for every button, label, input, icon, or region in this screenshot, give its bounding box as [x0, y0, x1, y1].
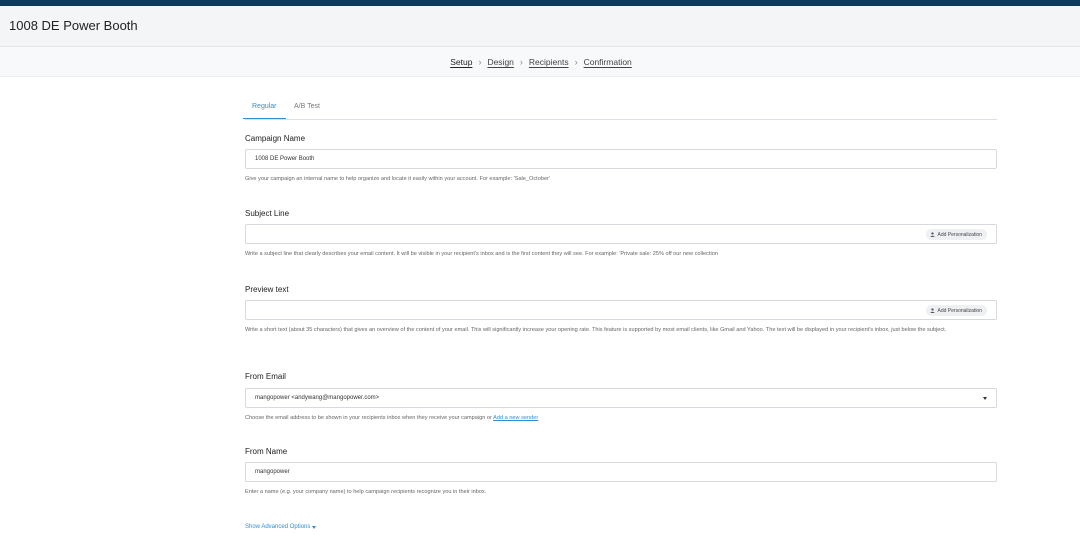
from-email-help-text: Choose the email address to be shown in …	[245, 415, 494, 421]
chevron-down-icon	[983, 397, 987, 400]
tab-regular[interactable]: Regular	[243, 103, 286, 119]
show-advanced-options-toggle[interactable]: Show Advanced Options	[245, 524, 317, 530]
user-icon	[929, 232, 935, 237]
page-title: 1008 DE Power Booth	[9, 18, 138, 33]
chevron-right-icon: ›	[478, 56, 482, 67]
tab-ab-test[interactable]: A/B Test	[294, 103, 320, 118]
caret-down-icon	[312, 525, 317, 529]
page-header: 1008 DE Power Booth	[0, 6, 1080, 47]
preview-add-personalization-label: Add Personalization	[937, 307, 982, 314]
campaign-name-value: 1008 DE Power Booth	[255, 156, 315, 162]
step-confirmation[interactable]: Confirmation	[584, 57, 632, 67]
chevron-right-icon: ›	[519, 56, 523, 67]
campaign-name-help: Give your campaign an internal name to h…	[245, 176, 550, 182]
add-new-sender-link[interactable]: Add a new sender	[493, 415, 538, 421]
from-email-select[interactable]: mangopower <andywang@mangopower.com>	[245, 388, 997, 408]
step-design[interactable]: Design	[487, 57, 513, 67]
preview-text-help: Write a short text (about 35 characters)…	[245, 327, 947, 333]
from-name-label: From Name	[245, 447, 288, 456]
subject-line-help: Write a subject line that clearly descri…	[245, 251, 718, 257]
show-advanced-options-label: Show Advanced Options	[245, 524, 311, 530]
campaign-name-label: Campaign Name	[245, 134, 306, 143]
subject-line-label: Subject Line	[245, 209, 290, 218]
user-icon	[929, 308, 935, 313]
step-recipients[interactable]: Recipients	[529, 57, 569, 67]
campaign-name-input[interactable]: 1008 DE Power Booth	[245, 149, 997, 169]
from-name-value: mangopower	[255, 469, 290, 475]
preview-text-input[interactable]: Add Personalization	[245, 300, 997, 320]
step-setup[interactable]: Setup	[450, 57, 472, 67]
preview-add-personalization-button[interactable]: Add Personalization	[925, 305, 987, 316]
from-name-input[interactable]: mangopower	[245, 462, 997, 482]
from-email-help: Choose the email address to be shown in …	[245, 413, 997, 424]
campaign-type-tabs: Regular A/B Test	[243, 97, 997, 120]
subject-line-input[interactable]: Add Personalization	[245, 224, 997, 244]
wizard-steps: Setup › Design › Recipients › Confirmati…	[0, 47, 1080, 77]
chevron-right-icon: ›	[574, 56, 578, 67]
from-name-help: Enter a name (e.g. your company name) to…	[245, 489, 487, 495]
from-email-value: mangopower <andywang@mangopower.com>	[255, 395, 380, 401]
subject-add-personalization-label: Add Personalization	[937, 231, 982, 238]
from-email-label: From Email	[245, 372, 286, 381]
preview-text-label: Preview text	[245, 285, 289, 294]
subject-add-personalization-button[interactable]: Add Personalization	[925, 229, 987, 240]
